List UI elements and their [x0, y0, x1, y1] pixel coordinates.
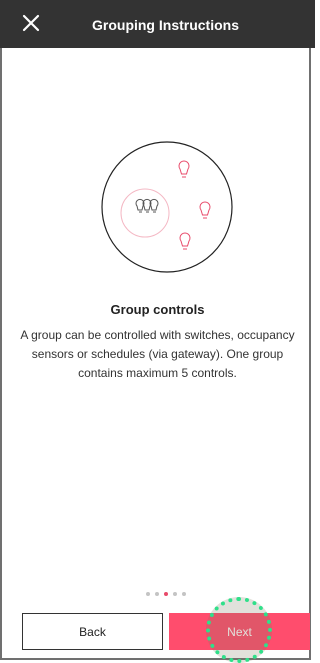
page-dot — [146, 592, 150, 596]
content-title: Group controls — [110, 302, 205, 317]
grouped-bulbs-icon — [135, 198, 159, 213]
header-bar: Grouping Instructions — [0, 0, 315, 48]
page-dot — [173, 592, 177, 596]
page-title: Grouping Instructions — [92, 17, 239, 33]
bulb-icon — [179, 232, 191, 250]
page-dot — [155, 592, 159, 596]
page-dot-active — [164, 592, 168, 596]
bulb-icon — [178, 160, 190, 178]
back-button[interactable]: Back — [22, 613, 163, 650]
group-controls-illustration — [101, 141, 233, 273]
bulb-icon — [199, 201, 211, 219]
next-button[interactable]: Next — [169, 613, 310, 650]
page-indicator — [146, 592, 186, 596]
content-description: A group can be controlled with switches,… — [20, 328, 295, 380]
page-dot — [182, 592, 186, 596]
